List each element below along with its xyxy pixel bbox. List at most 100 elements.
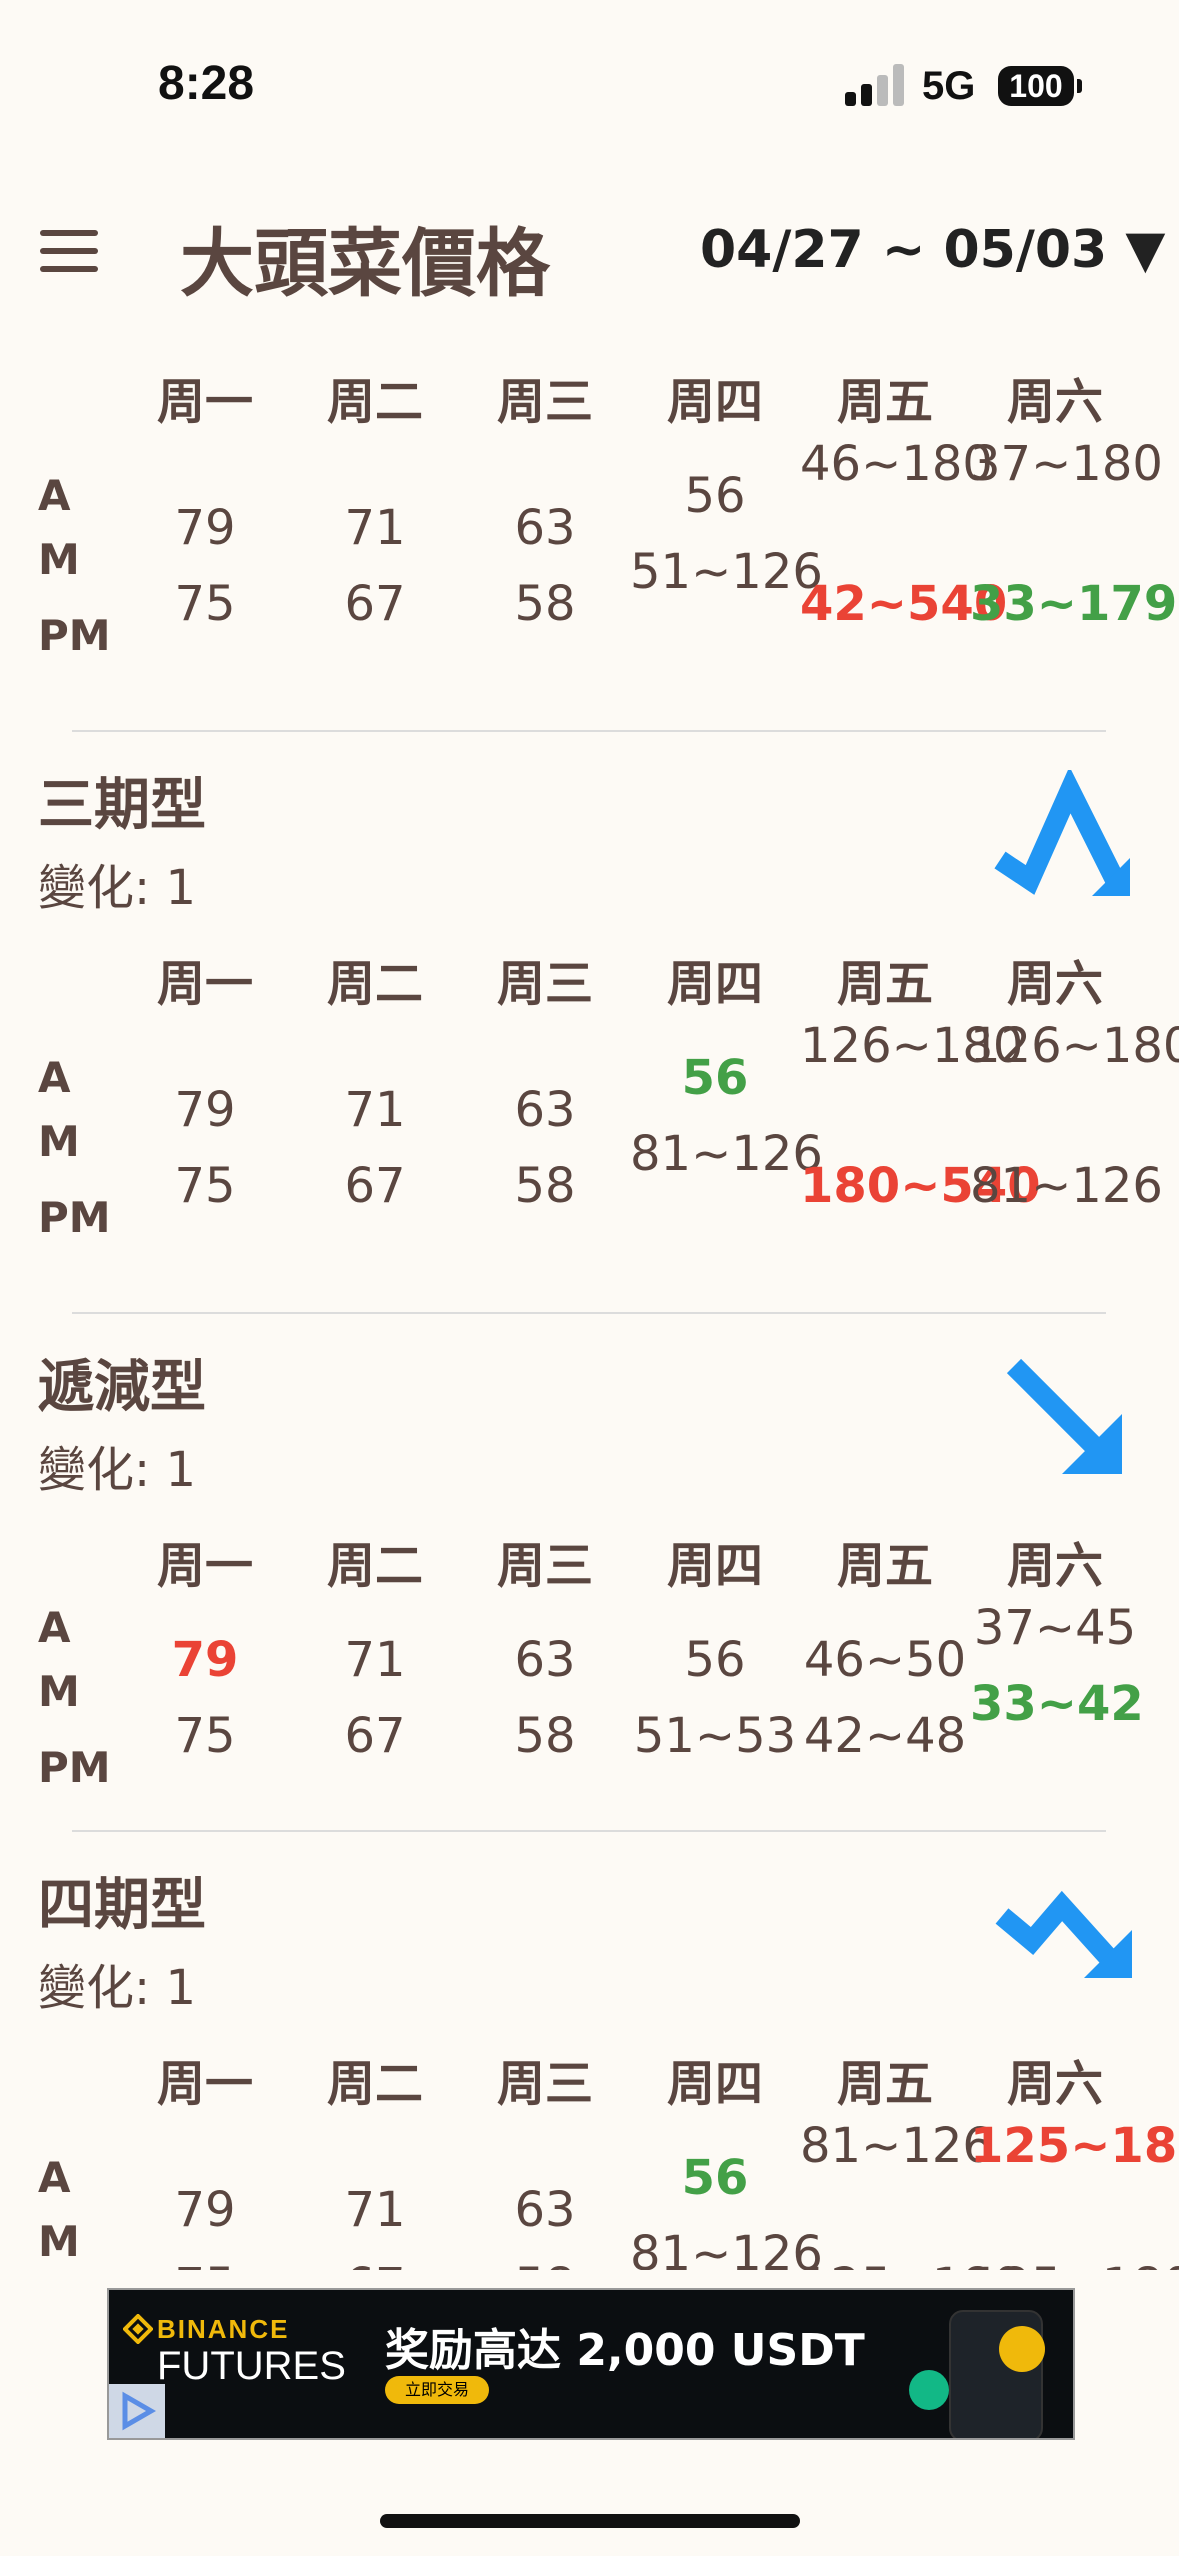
am-label: A xyxy=(38,471,71,520)
binance-logo-icon xyxy=(123,2314,153,2344)
page-title: 大頭菜價格 xyxy=(180,221,550,307)
pm-label: PM xyxy=(38,1743,111,1792)
pattern-change: 變化: 1 xyxy=(38,1960,196,2016)
price-cell: 58 xyxy=(514,576,576,632)
price-cell: 42~48 xyxy=(803,1708,967,1764)
price-cell: 63 xyxy=(514,500,576,556)
day-label: 周六 xyxy=(1006,1538,1103,1594)
price-cell: 79 xyxy=(174,1082,236,1138)
day-label: 周六 xyxy=(1006,374,1103,430)
price-cell: 56 xyxy=(684,1632,746,1688)
home-indicator[interactable] xyxy=(380,2514,800,2528)
price-cell: 79 xyxy=(174,2182,236,2238)
ad-diamond-icon xyxy=(909,2370,949,2410)
price-cell: 125~180 xyxy=(970,2254,1179,2270)
day-label: 周一 xyxy=(156,1538,253,1594)
price-cell: 67 xyxy=(344,1158,406,1214)
day-label: 周一 xyxy=(156,374,253,430)
pattern-change: 變化: 1 xyxy=(38,860,196,916)
price-cell: 67 xyxy=(344,576,406,632)
price-cell: 58 xyxy=(460,2254,630,2270)
price-cell: 126~180 xyxy=(970,1018,1179,1074)
price-cell-high: 42~540 xyxy=(800,576,1008,632)
small-spike-trend-icon xyxy=(995,1890,1132,1978)
status-bar: 8:28 5G 100 xyxy=(0,0,1179,140)
divider xyxy=(72,1312,1106,1314)
am-label: A xyxy=(38,1053,71,1102)
price-cell: 81~126 xyxy=(800,2118,993,2174)
day-label: 周二 xyxy=(326,374,423,430)
date-range-selector[interactable]: 04/27 ~ 05/03 ▼ xyxy=(700,220,1165,280)
am-label: M xyxy=(38,2217,80,2266)
pm-label: PM xyxy=(38,1193,111,1242)
price-cell-high: 180~540 xyxy=(800,1158,1041,1214)
price-cell: 75 xyxy=(174,1158,236,1214)
day-label: 周四 xyxy=(666,374,763,430)
day-label: 周三 xyxy=(496,956,593,1012)
day-label: 周六 xyxy=(1006,956,1103,1012)
ad-cta-button[interactable]: 立即交易 xyxy=(385,2376,489,2404)
price-cell: 67 xyxy=(344,1708,406,1764)
ad-headline: 奖励高达 2,000 USDT xyxy=(385,2325,865,2376)
ad-choices-icon[interactable] xyxy=(109,2384,165,2438)
price-cell: 51~126 xyxy=(630,544,823,600)
ad-brand-sub: FUTURES xyxy=(157,2344,346,2388)
am-label: A xyxy=(38,1603,71,1652)
ad-banner[interactable]: BINANCE FUTURES 奖励高达 2,000 USDT 立即交易 xyxy=(107,2288,1075,2440)
day-header-row: 周一 周二 周三 周四 周五 周六 xyxy=(0,362,1179,430)
price-cell-low: 33~42 xyxy=(970,1676,1144,1732)
price-cell: 46~50 xyxy=(803,1632,967,1688)
pattern-name: 三期型 xyxy=(38,773,206,838)
price-cell: 37~45 xyxy=(973,1600,1137,1656)
divider xyxy=(72,1830,1106,1832)
day-label: 周二 xyxy=(326,956,423,1012)
price-cell: 126~180 xyxy=(800,1018,1024,1074)
price-cell: 75 xyxy=(174,1708,236,1764)
am-label: M xyxy=(38,1117,80,1166)
pattern-change: 變化: 1 xyxy=(38,1442,196,1498)
price-cell: 75 xyxy=(174,576,236,632)
day-header-row: 周一 周二 周三 周四 周五 周六 xyxy=(0,1526,1179,1594)
price-cell: 46~180 xyxy=(800,436,993,492)
price-cell: 63 xyxy=(514,2182,576,2238)
day-label: 周五 xyxy=(836,374,933,430)
day-label: 周五 xyxy=(836,956,933,1012)
day-header-row: 周一 周二 周三 周四 周五 周六 xyxy=(0,2044,1179,2112)
am-label: M xyxy=(38,535,80,584)
day-label: 周五 xyxy=(836,1538,933,1594)
app-header: 大頭菜價格 04/27 ~ 05/03 ▼ xyxy=(0,190,1179,310)
price-cell: 81~126 xyxy=(970,1158,1163,1214)
price-cell-high: 79 xyxy=(171,1632,239,1688)
price-cell: 79 xyxy=(174,500,236,556)
day-label: 周一 xyxy=(156,956,253,1012)
price-cell: 63 xyxy=(514,1082,576,1138)
day-label: 周四 xyxy=(666,1538,763,1594)
price-cell: 75 xyxy=(120,2254,290,2270)
price-cell: 125~180 xyxy=(800,2254,1023,2270)
price-cell: 71 xyxy=(344,500,406,556)
price-cell-low: 33~179 xyxy=(970,576,1178,632)
ad-brand: BINANCE xyxy=(157,2314,290,2344)
price-cell: 67 xyxy=(290,2254,460,2270)
day-label: 周三 xyxy=(496,1538,593,1594)
ad-coin-icon xyxy=(999,2326,1045,2372)
price-cell-high: 125~180 xyxy=(970,2118,1179,2174)
price-cell: 58 xyxy=(514,1158,576,1214)
price-cell: 51~53 xyxy=(633,1708,797,1764)
price-cell: 81~126 xyxy=(630,1126,823,1182)
price-cell: 71 xyxy=(344,2182,406,2238)
price-cell: 71 xyxy=(344,1082,406,1138)
status-time: 8:28 xyxy=(158,57,255,110)
price-cell: 37~180 xyxy=(970,436,1163,492)
day-label: 周三 xyxy=(496,374,593,430)
battery-icon: 100 xyxy=(998,66,1082,106)
price-cell: 58 xyxy=(514,1708,576,1764)
price-cell-low: 56 xyxy=(681,2150,749,2206)
network-type: 5G xyxy=(922,64,976,108)
price-cell: 71 xyxy=(344,1632,406,1688)
spike-trend-icon xyxy=(994,770,1130,896)
menu-button[interactable] xyxy=(40,230,102,272)
signal-icon xyxy=(845,64,905,106)
scroll-clip: A M PM 79 71 63 56 81~126 125~180 75 67 … xyxy=(0,2100,1179,2270)
price-cell-low: 56 xyxy=(681,1050,749,1106)
